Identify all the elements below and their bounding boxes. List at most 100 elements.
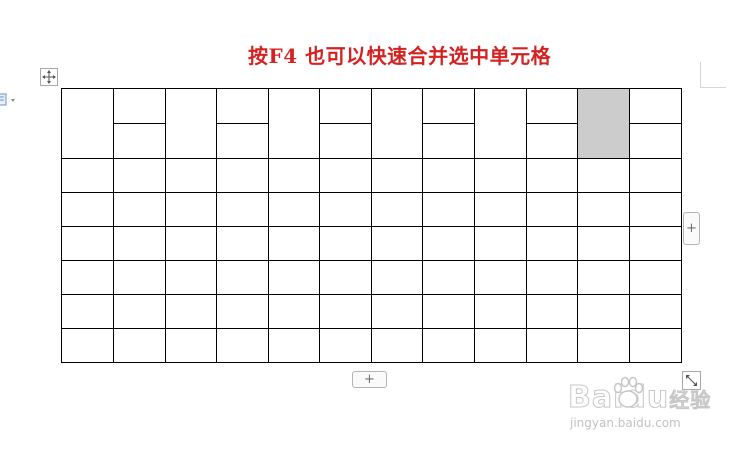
table-cell[interactable] xyxy=(216,123,269,159)
add-row-button[interactable]: + xyxy=(352,371,387,388)
table-cell[interactable] xyxy=(577,226,630,261)
table-cell[interactable] xyxy=(113,192,166,227)
table-cell[interactable] xyxy=(474,158,527,193)
table-cell[interactable] xyxy=(319,123,372,159)
table-cell[interactable] xyxy=(526,88,578,124)
table-cell[interactable] xyxy=(268,328,320,363)
table-cell[interactable] xyxy=(113,158,166,193)
table-cell[interactable] xyxy=(526,294,578,329)
table-cell[interactable] xyxy=(113,260,166,295)
page-margin-mark xyxy=(700,62,726,88)
table-cell[interactable] xyxy=(165,328,217,363)
table-cell[interactable] xyxy=(422,88,475,124)
table-cell[interactable] xyxy=(319,192,372,227)
paw-icon xyxy=(613,376,644,408)
table-cell[interactable] xyxy=(216,192,269,227)
table-cell[interactable] xyxy=(268,158,320,193)
table-cell[interactable] xyxy=(268,294,320,329)
table-cell[interactable] xyxy=(165,88,217,159)
table-cell[interactable] xyxy=(165,192,217,227)
table-cell[interactable] xyxy=(474,294,527,329)
table-cell[interactable] xyxy=(371,294,423,329)
table-cell[interactable] xyxy=(422,260,475,295)
table-cell[interactable] xyxy=(61,158,114,193)
table-cell[interactable] xyxy=(577,260,630,295)
table-cell[interactable] xyxy=(577,294,630,329)
table-cell[interactable] xyxy=(319,328,372,363)
table-cell[interactable] xyxy=(371,226,423,261)
table-cell[interactable] xyxy=(526,260,578,295)
table-cell[interactable] xyxy=(474,260,527,295)
table-cell[interactable] xyxy=(268,192,320,227)
table-cell[interactable] xyxy=(268,88,320,159)
table-cell[interactable] xyxy=(61,260,114,295)
table-cell[interactable] xyxy=(422,294,475,329)
table-cell[interactable] xyxy=(422,328,475,363)
table-cell[interactable] xyxy=(165,260,217,295)
table-cell[interactable] xyxy=(526,192,578,227)
table-cell[interactable] xyxy=(319,158,372,193)
table-cell[interactable] xyxy=(113,294,166,329)
table-cell[interactable] xyxy=(629,294,682,329)
table-cell[interactable] xyxy=(577,192,630,227)
table-row xyxy=(61,294,682,329)
table-cell[interactable] xyxy=(371,328,423,363)
table-cell[interactable] xyxy=(165,226,217,261)
table-cell[interactable] xyxy=(268,260,320,295)
table-cell[interactable] xyxy=(319,226,372,261)
table-cell[interactable] xyxy=(319,294,372,329)
table-cell[interactable] xyxy=(474,88,527,159)
table-cell[interactable] xyxy=(422,226,475,261)
table-cell[interactable] xyxy=(629,158,682,193)
table-cell[interactable] xyxy=(216,158,269,193)
table-cell[interactable] xyxy=(526,123,578,159)
table-cell[interactable] xyxy=(422,192,475,227)
table-cell[interactable] xyxy=(629,192,682,227)
table-cell[interactable] xyxy=(474,192,527,227)
table-cell[interactable] xyxy=(474,226,527,261)
word-table[interactable] xyxy=(61,88,682,363)
table-cell[interactable] xyxy=(371,192,423,227)
table-cell[interactable] xyxy=(422,158,475,193)
table-cell[interactable] xyxy=(113,226,166,261)
table-cell[interactable] xyxy=(629,226,682,261)
table-cell[interactable] xyxy=(216,260,269,295)
table-cell[interactable] xyxy=(629,260,682,295)
table-cell[interactable] xyxy=(61,294,114,329)
table-cell[interactable] xyxy=(629,123,682,159)
table-row xyxy=(61,192,682,227)
table-cell[interactable] xyxy=(371,88,423,159)
table-cell[interactable] xyxy=(268,226,320,261)
document-icon[interactable] xyxy=(0,92,22,106)
table-cell[interactable] xyxy=(61,328,114,363)
table-cell[interactable] xyxy=(216,88,269,124)
table-cell[interactable] xyxy=(371,158,423,193)
move-arrows-icon[interactable] xyxy=(40,68,58,86)
table-cell[interactable] xyxy=(216,226,269,261)
table-cell[interactable] xyxy=(526,328,578,363)
table-cell[interactable] xyxy=(526,226,578,261)
table-cell[interactable] xyxy=(165,294,217,329)
table-cell[interactable] xyxy=(61,226,114,261)
selected-cell[interactable] xyxy=(577,88,630,159)
table-cell[interactable] xyxy=(113,88,166,124)
table-cell[interactable] xyxy=(629,88,682,124)
table-cell[interactable] xyxy=(113,123,166,159)
table-cell[interactable] xyxy=(319,88,372,124)
table-cell[interactable] xyxy=(629,328,682,363)
table-cell[interactable] xyxy=(422,123,475,159)
table-cell[interactable] xyxy=(216,294,269,329)
table-cell[interactable] xyxy=(474,328,527,363)
table-cell[interactable] xyxy=(61,88,114,159)
table-cell[interactable] xyxy=(577,328,630,363)
table-cell[interactable] xyxy=(165,158,217,193)
table-cell[interactable] xyxy=(319,260,372,295)
add-column-button[interactable]: + xyxy=(683,212,700,245)
table-cell[interactable] xyxy=(371,260,423,295)
table-row xyxy=(61,226,682,261)
table-cell[interactable] xyxy=(113,328,166,363)
table-cell[interactable] xyxy=(61,192,114,227)
table-cell[interactable] xyxy=(216,328,269,363)
table-cell[interactable] xyxy=(526,158,578,193)
table-cell[interactable] xyxy=(577,158,630,193)
